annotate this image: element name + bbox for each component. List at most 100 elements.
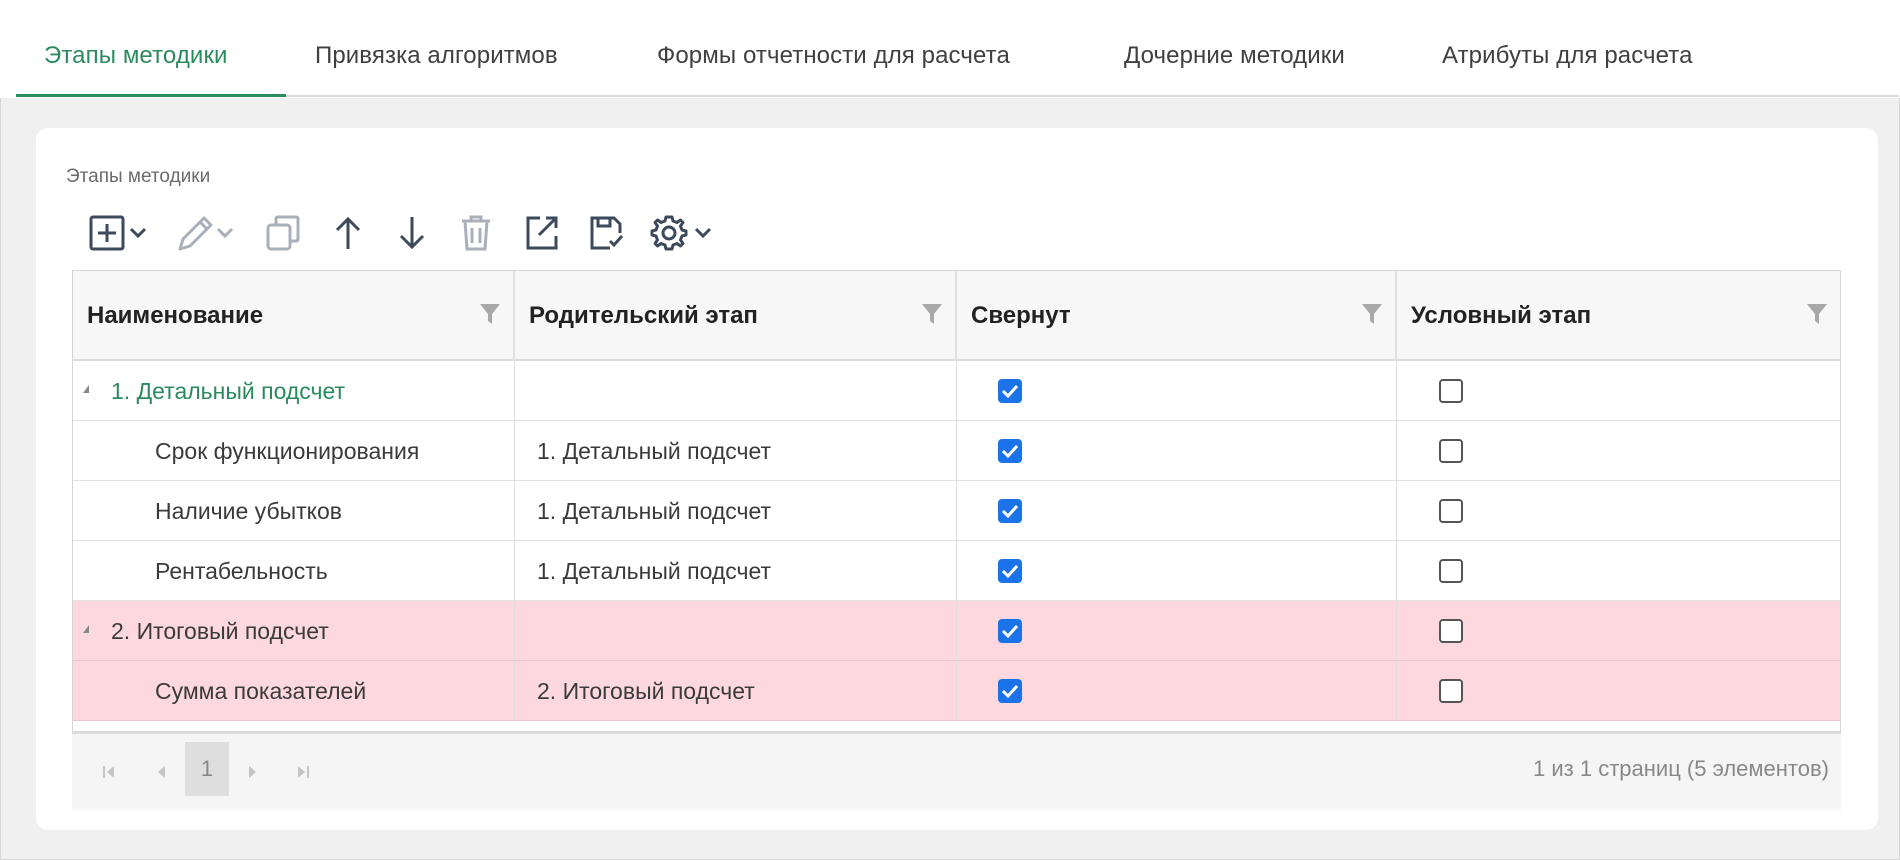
collapsed-checkbox[interactable]	[998, 559, 1022, 583]
collapsed-checkbox[interactable]	[998, 439, 1022, 463]
arrow-up-icon	[331, 211, 365, 255]
table-row[interactable]: Сумма показателей 2. Итоговый подсчет	[73, 661, 1840, 721]
cell-parent-text: 1. Детальный подсчет	[537, 497, 772, 524]
tab-attributes[interactable]: Атрибуты для расчета	[1442, 42, 1693, 70]
table-row[interactable]: Срок функционирования 1. Детальный подсче…	[73, 421, 1840, 481]
filter-icon[interactable]	[921, 303, 943, 332]
cell-collapsed	[957, 541, 1397, 601]
collapsed-checkbox[interactable]	[998, 619, 1022, 643]
cell-conditional	[1397, 421, 1840, 481]
cell-collapsed	[957, 481, 1397, 541]
save-icon	[586, 211, 626, 255]
conditional-checkbox[interactable]	[1439, 439, 1463, 463]
move-up-button[interactable]	[328, 208, 368, 258]
conditional-checkbox[interactable]	[1439, 499, 1463, 523]
add-button[interactable]	[86, 208, 160, 258]
column-header-collapsed[interactable]: Свернут	[957, 271, 1397, 361]
edit-icon	[174, 211, 246, 255]
cell-name-text: 1. Детальный подсчет	[111, 377, 346, 404]
cell-parent: 2. Итоговый подсчет	[515, 661, 957, 721]
cell-conditional	[1397, 541, 1840, 601]
edit-button[interactable]	[174, 208, 246, 258]
column-header-label: Условный этап	[1411, 302, 1592, 329]
column-header-conditional[interactable]: Условный этап	[1397, 271, 1840, 361]
column-header-label: Родительский этап	[529, 302, 758, 329]
tab-bar: Этапы методики Привязка алгоритмов Формы…	[0, 0, 1900, 98]
column-header-label: Свернут	[971, 302, 1071, 329]
cell-name: 2. Итоговый подсчет	[73, 601, 515, 661]
cell-parent-text: 1. Детальный подсчет	[537, 557, 772, 584]
filter-icon[interactable]	[479, 303, 501, 332]
column-header-label: Наименование	[87, 302, 264, 329]
cell-parent	[515, 361, 957, 421]
cell-name-text: 2. Итоговый подсчет	[111, 617, 329, 644]
cell-collapsed	[957, 361, 1397, 421]
cell-name: Сумма показателей	[73, 661, 515, 721]
cell-parent	[515, 601, 957, 661]
cell-conditional	[1397, 661, 1840, 721]
cell-parent: 1. Детальный подсчет	[515, 481, 957, 541]
collapsed-checkbox[interactable]	[998, 499, 1022, 523]
cell-collapsed	[957, 661, 1397, 721]
prev-page-icon[interactable]	[156, 764, 166, 785]
cell-parent-text: 1. Детальный подсчет	[537, 437, 772, 464]
cell-name-text: Сумма показателей	[155, 677, 367, 704]
move-down-button[interactable]	[392, 208, 432, 258]
cell-conditional	[1397, 481, 1840, 541]
cell-parent: 1. Детальный подсчет	[515, 541, 957, 601]
expand-triangle-icon[interactable]	[83, 385, 89, 393]
cell-conditional	[1397, 601, 1840, 661]
expand-triangle-icon[interactable]	[83, 625, 89, 633]
settings-icon	[648, 211, 722, 255]
settings-button[interactable]	[648, 208, 722, 258]
conditional-checkbox[interactable]	[1439, 679, 1463, 703]
conditional-checkbox[interactable]	[1439, 379, 1463, 403]
column-header-name[interactable]: Наименование	[73, 271, 515, 361]
filter-icon[interactable]	[1361, 303, 1383, 332]
collapsed-checkbox[interactable]	[998, 379, 1022, 403]
tab-child-methods[interactable]: Дочерние методики	[1124, 42, 1345, 70]
add-icon	[87, 211, 159, 255]
last-page-icon[interactable]	[296, 764, 310, 785]
tab-divider	[16, 95, 1899, 97]
save-button[interactable]	[584, 208, 628, 258]
export-button[interactable]	[520, 208, 564, 258]
cell-name: 1. Детальный подсчет	[73, 361, 515, 421]
cell-name-text: Наличие убытков	[155, 497, 343, 524]
filter-icon[interactable]	[1806, 303, 1828, 332]
pager-info: 1 из 1 страниц (5 элементов)	[1533, 756, 1829, 781]
cell-name: Рентабельность	[73, 541, 515, 601]
table-row[interactable]: Наличие убытков 1. Детальный подсчет	[73, 481, 1840, 541]
cell-parent: 1. Детальный подсчет	[515, 421, 957, 481]
tab-algorithms[interactable]: Привязка алгоритмов	[315, 42, 558, 70]
grid-title: Этапы методики	[66, 166, 211, 187]
cell-name: Срок функционирования	[73, 421, 515, 481]
delete-button[interactable]	[456, 208, 496, 258]
next-page-icon[interactable]	[248, 764, 258, 785]
cell-parent-text: 2. Итоговый подсчет	[537, 677, 755, 704]
pager: 1 1 из 1 страниц (5 элементов)	[72, 732, 1841, 810]
table-header: Наименование Родительский этап Свернут У…	[73, 271, 1840, 361]
copy-button[interactable]	[262, 208, 306, 258]
collapsed-checkbox[interactable]	[998, 679, 1022, 703]
first-page-icon[interactable]	[102, 764, 116, 785]
table-row[interactable]: Рентабельность 1. Детальный подсчет	[73, 541, 1840, 601]
cell-collapsed	[957, 421, 1397, 481]
conditional-checkbox[interactable]	[1439, 619, 1463, 643]
table-row[interactable]: 1. Детальный подсчет	[73, 361, 1840, 421]
stages-table: Наименование Родительский этап Свернут У…	[72, 270, 1841, 732]
delete-icon	[458, 211, 494, 255]
page-number-button[interactable]: 1	[185, 742, 229, 796]
active-tab-indicator	[16, 94, 286, 97]
cell-collapsed	[957, 601, 1397, 661]
column-header-parent[interactable]: Родительский этап	[515, 271, 957, 361]
cell-name-text: Срок функционирования	[155, 437, 420, 464]
export-icon	[522, 211, 562, 255]
tab-report-forms[interactable]: Формы отчетности для расчета	[657, 42, 1010, 70]
conditional-checkbox[interactable]	[1439, 559, 1463, 583]
cell-conditional	[1397, 361, 1840, 421]
arrow-down-icon	[395, 211, 429, 255]
tab-stages[interactable]: Этапы методики	[44, 42, 228, 70]
cell-name: Наличие убытков	[73, 481, 515, 541]
table-row[interactable]: 2. Итоговый подсчет	[73, 601, 1840, 661]
